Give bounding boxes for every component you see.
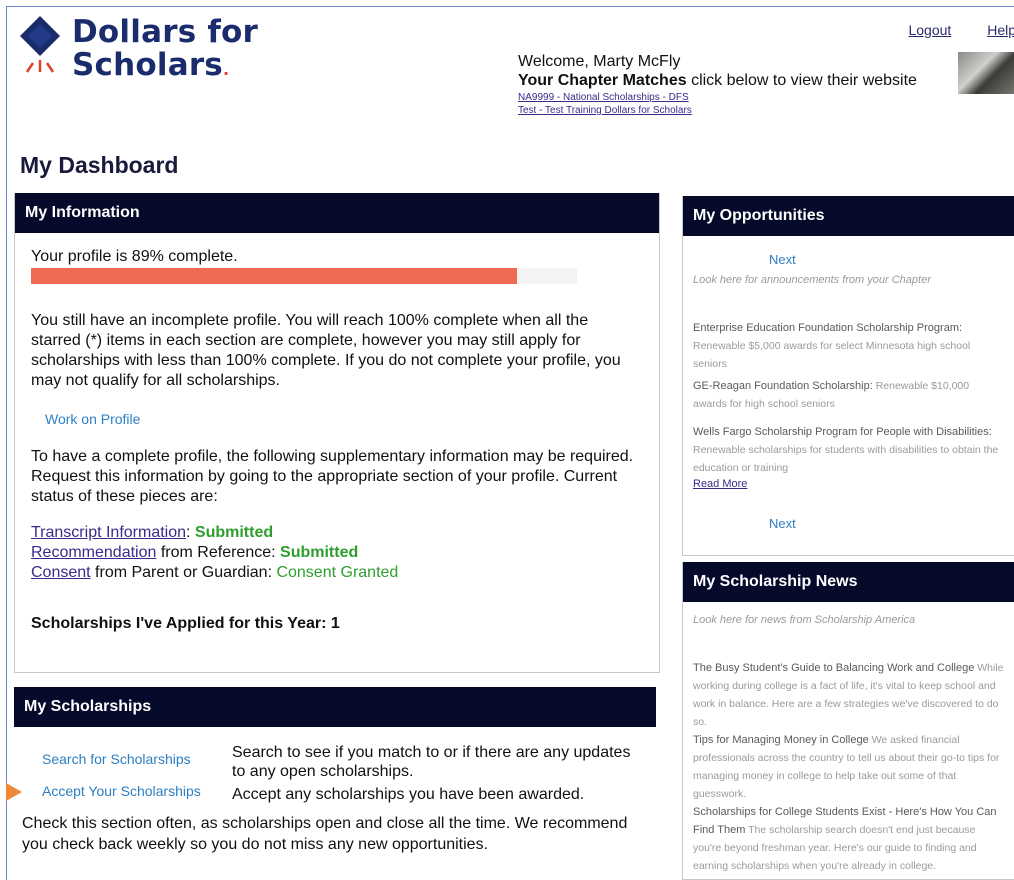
news-item[interactable]: The Busy Student's Guide to Balancing Wo…	[693, 658, 1005, 730]
my-scholarships-heading: My Scholarships	[14, 687, 656, 727]
status-row-recommendation: Recommendation from Reference: Submitted	[31, 543, 398, 563]
welcome-block: Welcome, Marty McFly Your Chapter Matche…	[518, 52, 958, 117]
transcript-mid: :	[186, 524, 195, 541]
opportunity-title: GE-Reagan Foundation Scholarship:	[693, 380, 873, 392]
incomplete-profile-message: You still have an incomplete profile. Yo…	[31, 312, 621, 389]
check-often-message: Check this section often, as scholarship…	[22, 815, 628, 853]
profile-progress-fill	[31, 268, 517, 284]
my-scholarships-panel: My Scholarships Search for Scholarships …	[6, 687, 660, 880]
opportunity-desc: Renewable scholarships for students with…	[693, 444, 999, 474]
accept-scholarships-desc: Accept any scholarships you have been aw…	[232, 786, 585, 803]
header-photo	[958, 52, 1014, 94]
opportunities-next-top[interactable]: Next	[769, 252, 796, 267]
opportunities-prompt: Look here for announcements from your Ch…	[693, 274, 931, 286]
chapter-heading: Your Chapter Matches	[518, 72, 687, 89]
brand-trademark: .	[222, 60, 230, 79]
supplementary-info-message: To have a complete profile, the followin…	[31, 448, 634, 505]
news-title: The Busy Student's Guide to Balancing Wo…	[693, 662, 975, 674]
news-item[interactable]: Tips for Managing Money in College We as…	[693, 730, 1005, 802]
opportunity-item[interactable]: Wells Fargo Scholarship Program for Peop…	[693, 422, 1005, 476]
help-link[interactable]: Help	[987, 22, 1014, 38]
news-item[interactable]: Scholarships for College Students Exist …	[693, 802, 1005, 874]
consent-status: Consent Granted	[276, 564, 399, 581]
top-links: Logout Help	[878, 22, 1014, 38]
opportunity-desc: Renewable $5,000 awards for select Minne…	[693, 340, 971, 370]
brand-name-line2: Scholars	[72, 47, 223, 83]
page-title: My Dashboard	[20, 152, 179, 178]
accept-scholarships-row: Accept Your Scholarships	[42, 783, 201, 799]
chapter-matches: Your Chapter Matches click below to view…	[518, 71, 958, 91]
brand-name-line2-wrap: Scholars.	[72, 49, 258, 86]
my-information-panel: My Information Your profile is 89% compl…	[14, 193, 660, 673]
read-more-link[interactable]: Read More	[693, 478, 747, 490]
brand-name-line1: Dollars for	[72, 14, 259, 50]
my-opportunities-heading: My Opportunities	[683, 196, 1014, 236]
search-scholarships-row: Search for Scholarships	[42, 751, 191, 767]
status-row-transcript: Transcript Information: Submitted	[31, 523, 398, 543]
brand-logo[interactable]: Dollars for Scholars.	[18, 12, 258, 102]
my-information-heading: My Information	[15, 193, 659, 233]
search-scholarships-desc: Search to see if you match to or if ther…	[232, 744, 631, 780]
work-on-profile-link[interactable]: Work on Profile	[45, 411, 140, 427]
pointer-arrow-icon	[6, 783, 22, 801]
my-scholarship-news-panel: My Scholarship News Look here for news f…	[682, 562, 1014, 880]
chapter-instruction: click below to view their website	[686, 72, 917, 89]
profile-progress-bar	[31, 268, 577, 284]
opportunity-item[interactable]: Enterprise Education Foundation Scholars…	[693, 318, 1005, 372]
chapter-link-test[interactable]: Test - Test Training Dollars for Scholar…	[518, 104, 958, 117]
transcript-status: Submitted	[194, 524, 274, 541]
welcome-greeting: Welcome, Marty McFly	[518, 53, 681, 70]
logo-mark-icon	[20, 16, 60, 73]
applied-this-year: Scholarships I've Applied for this Year:…	[31, 615, 340, 632]
recommendation-status: Submitted	[280, 544, 359, 561]
search-scholarships-link[interactable]: Search for Scholarships	[42, 751, 191, 767]
recommendation-link[interactable]: Recommendation	[31, 544, 156, 561]
news-prompt: Look here for news from Scholarship Amer…	[693, 614, 916, 626]
profile-completion-text: Your profile is 89% complete.	[31, 248, 238, 265]
status-row-consent: Consent from Parent or Guardian: Consent…	[31, 563, 398, 583]
my-opportunities-panel: My Opportunities Next Look here for anno…	[682, 196, 1014, 556]
logout-link[interactable]: Logout	[908, 22, 951, 38]
opportunity-item[interactable]: GE-Reagan Foundation Scholarship: Renewa…	[693, 376, 1005, 412]
consent-mid: from Parent or Guardian:	[90, 564, 277, 581]
consent-link[interactable]: Consent	[31, 564, 91, 581]
opportunity-title: Enterprise Education Foundation Scholars…	[693, 322, 963, 334]
chapter-link-national[interactable]: NA9999 - National Scholarships - DFS	[518, 91, 958, 104]
recommendation-mid: from Reference:	[156, 544, 281, 561]
my-scholarship-news-heading: My Scholarship News	[683, 562, 1014, 602]
opportunity-title: Wells Fargo Scholarship Program for Peop…	[693, 426, 992, 438]
accept-scholarships-link[interactable]: Accept Your Scholarships	[42, 783, 201, 799]
brand-name: Dollars for Scholars.	[72, 16, 258, 86]
opportunities-next-bottom[interactable]: Next	[769, 516, 796, 531]
news-title: Tips for Managing Money in College	[693, 734, 869, 746]
transcript-link[interactable]: Transcript Information	[31, 524, 186, 541]
supplementary-status-list: Transcript Information: Submitted Recomm…	[31, 523, 398, 583]
